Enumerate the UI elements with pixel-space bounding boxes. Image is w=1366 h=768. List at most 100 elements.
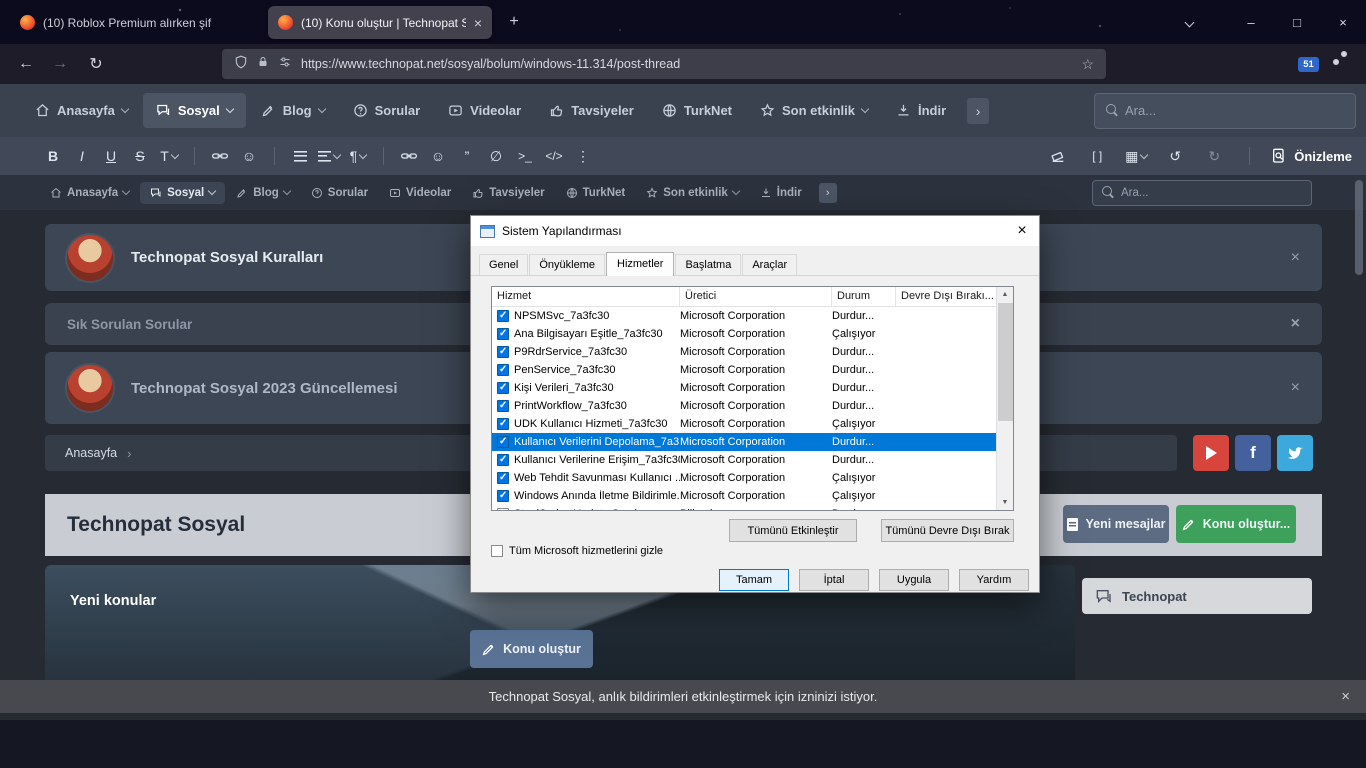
nav-item-sorular[interactable]: Sorular <box>301 182 378 204</box>
enable-all-button[interactable]: Tümünü Etkinleştir <box>729 519 857 542</box>
nav-item-blog[interactable]: Blog <box>226 182 300 204</box>
italic-button[interactable]: I <box>69 143 95 169</box>
terminal-button[interactable]: >_ <box>512 143 538 169</box>
service-row[interactable]: UDK Kullanıcı Hizmeti_7a3fc30 Microsoft … <box>492 415 1013 433</box>
search-input[interactable] <box>1125 103 1344 118</box>
link-button[interactable] <box>207 143 233 169</box>
cancel-button[interactable]: İptal <box>799 569 869 591</box>
breadcrumb-link[interactable]: Anasayfa <box>65 446 117 460</box>
undo-button[interactable]: ↺ <box>1162 143 1188 169</box>
service-checkbox[interactable] <box>497 490 509 502</box>
list-button[interactable] <box>287 143 313 169</box>
service-checkbox[interactable] <box>497 328 509 340</box>
scroll-down-icon[interactable]: ▼ <box>997 495 1013 510</box>
page-scrollbar[interactable] <box>1355 180 1363 275</box>
services-list-header[interactable]: Hizmet Üretici Durum Devre Dışı Bırakı..… <box>492 287 1013 307</box>
preview-button[interactable]: Önizleme <box>1272 148 1352 164</box>
browser-tab-inactive[interactable]: (10) Roblox Premium alırken şif <box>10 6 262 39</box>
service-row[interactable]: Web Tehdit Savunması Kullanıcı ... Micro… <box>492 469 1013 487</box>
dismiss-icon[interactable]: × <box>1291 315 1300 333</box>
extensions-puzzle-icon[interactable] <box>1334 55 1337 73</box>
service-row[interactable]: P9RdrService_7a3fc30 Microsoft Corporati… <box>492 343 1013 361</box>
bold-button[interactable]: B <box>40 143 66 169</box>
url-bar[interactable]: https://www.technopat.net/sosyal/bolum/w… <box>222 49 1106 79</box>
tab-onyukleme[interactable]: Önyükleme <box>529 254 605 275</box>
service-checkbox[interactable] <box>497 310 509 322</box>
reload-button[interactable]: ↻ <box>82 50 110 78</box>
adblock-extension-badge[interactable]: 51 <box>1298 56 1319 72</box>
checkbox[interactable] <box>491 545 503 557</box>
disable-all-button[interactable]: Tümünü Devre Dışı Bırak <box>881 519 1014 542</box>
scroll-up-icon[interactable]: ▲ <box>997 287 1013 302</box>
service-row[interactable]: PrintWorkflow_7a3fc30 Microsoft Corporat… <box>492 397 1013 415</box>
service-checkbox[interactable] <box>497 472 509 484</box>
service-row[interactable]: Kullanıcı Verilerini Depolama_7a3... Mic… <box>492 433 1013 451</box>
service-row[interactable]: Kişi Verileri_7a3fc30 Microsoft Corporat… <box>492 379 1013 397</box>
dialog-titlebar[interactable]: Sistem Yapılandırması <box>471 216 1039 246</box>
dismiss-icon[interactable]: × <box>1291 379 1300 397</box>
service-row[interactable]: PenService_7a3fc30 Microsoft Corporation… <box>492 361 1013 379</box>
nav-item-son-etkinlik[interactable]: Son etkinlik <box>747 93 881 128</box>
code-button[interactable]: </> <box>541 143 567 169</box>
nav-item-indir[interactable]: İndir <box>883 93 959 128</box>
permissions-icon[interactable] <box>278 55 292 73</box>
service-row[interactable]: Kullanıcı Verilerine Erişim_7a3fc30 Micr… <box>492 451 1013 469</box>
more-options-icon[interactable]: ⋮ <box>570 143 596 169</box>
nav-item-tavsiyeler[interactable]: Tavsiyeler <box>462 182 554 204</box>
twitter-button[interactable] <box>1277 435 1313 471</box>
nav-item-tavsiyeler[interactable]: Tavsiyeler <box>536 93 647 128</box>
avatar[interactable] <box>67 234 113 281</box>
eraser-button[interactable] <box>1045 143 1071 169</box>
scrollbar-thumb[interactable] <box>998 303 1013 421</box>
thread-title[interactable]: Technopat Sosyal Kuralları <box>131 249 323 266</box>
nav-overflow-button[interactable]: › <box>818 182 837 203</box>
tab-hizmetler[interactable]: Hizmetler <box>606 252 675 276</box>
maximize-button[interactable]: □ <box>1274 0 1320 44</box>
nav-item-turknet[interactable]: TurkNet <box>649 93 745 128</box>
underline-button[interactable]: U <box>98 143 124 169</box>
remove-format-button[interactable]: ∅ <box>483 143 509 169</box>
minimize-button[interactable]: – <box>1228 0 1274 44</box>
brackets-button[interactable]: [ ] <box>1084 143 1110 169</box>
align-button[interactable] <box>316 143 342 169</box>
nav-item-anasayfa[interactable]: Anasayfa <box>40 182 139 204</box>
avatar[interactable] <box>67 365 113 411</box>
forward-button[interactable]: → <box>46 50 74 78</box>
service-checkbox[interactable] <box>497 418 509 430</box>
text-size-button[interactable]: T <box>156 143 182 169</box>
tab-baslatma[interactable]: Başlatma <box>675 254 742 275</box>
nav-item-turknet[interactable]: TurkNet <box>556 182 636 204</box>
nav-item-blog[interactable]: Blog <box>248 93 338 128</box>
service-checkbox[interactable] <box>497 454 509 466</box>
faq-title[interactable]: Sık Sorulan Sorular <box>67 317 192 332</box>
help-button[interactable]: Yardım <box>959 569 1029 591</box>
service-checkbox[interactable] <box>497 400 509 412</box>
browser-tab-active[interactable]: (10) Konu oluştur | Technopat S × <box>268 6 492 39</box>
dialog-close-button[interactable]: × <box>1005 216 1039 246</box>
quote-button[interactable]: ” <box>454 143 480 169</box>
nav-item-videolar[interactable]: Videolar <box>379 182 461 204</box>
dismiss-icon[interactable]: × <box>1291 249 1300 267</box>
strikethrough-button[interactable]: S <box>127 143 153 169</box>
insert-link-button[interactable] <box>396 143 422 169</box>
hide-microsoft-services-checkbox[interactable]: Tüm Microsoft hizmetlerini gizle <box>491 545 663 557</box>
nav-item-son-etkinlik[interactable]: Son etkinlik <box>636 182 749 204</box>
media-button[interactable]: ▦ <box>1123 143 1149 169</box>
service-row[interactable]: Windows Anında İletme Bildirimle... Micr… <box>492 487 1013 505</box>
service-checkbox[interactable] <box>497 382 509 394</box>
back-button[interactable]: ← <box>12 50 40 78</box>
service-row[interactable]: NPSMSvc_7a3fc30 Microsoft Corporation Du… <box>492 307 1013 325</box>
service-checkbox[interactable] <box>497 436 509 448</box>
create-topic-button[interactable]: Konu oluştur... <box>1176 505 1296 543</box>
tab-close-icon[interactable]: × <box>474 15 482 31</box>
paragraph-button[interactable]: ¶ <box>345 143 371 169</box>
forum-node-item[interactable]: Technopat <box>1082 578 1312 614</box>
lock-icon[interactable] <box>257 55 269 74</box>
youtube-button[interactable] <box>1193 435 1229 471</box>
tab-araclar[interactable]: Araçlar <box>742 254 798 275</box>
close-notification-icon[interactable]: × <box>1341 688 1350 705</box>
new-tab-button[interactable]: + <box>502 11 526 35</box>
create-topic-floating-button[interactable]: Konu oluştur <box>470 630 593 668</box>
nav-item-videolar[interactable]: Videolar <box>435 93 534 128</box>
services-list[interactable]: Hizmet Üretici Durum Devre Dışı Bırakı..… <box>491 286 1014 511</box>
